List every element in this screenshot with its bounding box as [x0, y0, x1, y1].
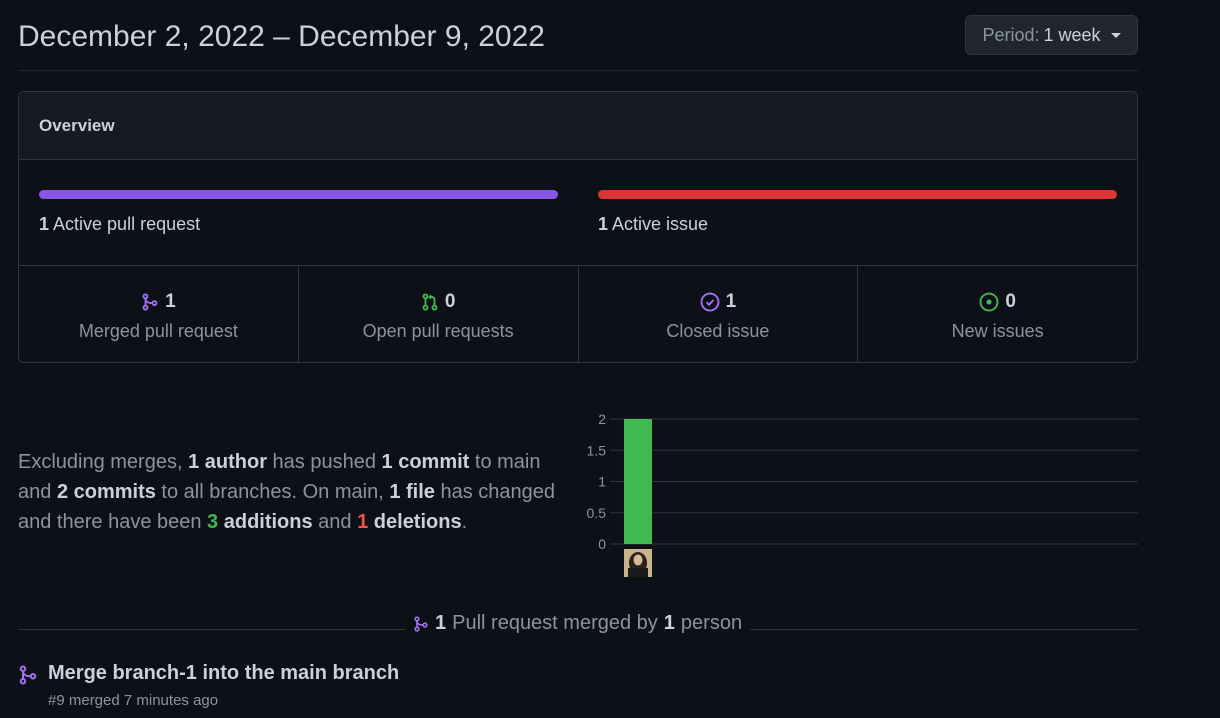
pr-meta: #9 merged 7 minutes ago: [48, 692, 219, 709]
merger-count: 1: [663, 612, 675, 634]
stat-label: New issues: [951, 321, 1044, 341]
git-merge-icon: [142, 293, 158, 311]
stat-open-prs[interactable]: 0 Open pull requests: [299, 266, 579, 362]
caret-down-icon: [1110, 32, 1121, 38]
stat-closed-issues[interactable]: 1 Closed issue: [579, 266, 859, 362]
active-issue-summary[interactable]: 1 Active issue: [598, 214, 708, 235]
deletions-word: deletions: [368, 511, 462, 533]
stat-label: Merged pull request: [78, 321, 238, 341]
author-count[interactable]: 1 author: [188, 451, 267, 473]
pr-summary-text: person: [680, 612, 743, 634]
summary-text: and: [312, 511, 358, 533]
active-issue-progress-bar[interactable]: [598, 190, 1117, 199]
active-issue-count: 1: [598, 214, 609, 234]
stat-new-issues[interactable]: 0 New issues: [858, 266, 1137, 362]
overview-stats: 1 Merged pull request 0 Open pull reques…: [19, 266, 1137, 362]
active-pr-summary[interactable]: 1 Active pull request: [39, 214, 200, 235]
commits-chart: 0 0.5 1 1.5 2: [587, 411, 1138, 577]
y-tick-label: 0: [598, 536, 606, 552]
main-commit-count[interactable]: 1 commit: [382, 451, 470, 473]
stat-count: 1: [725, 291, 737, 312]
summary-text: Excluding merges,: [18, 451, 189, 473]
pr-merged-summary: 1 Pull request merged by 1 person: [405, 612, 751, 635]
additions-count: 3: [207, 511, 219, 533]
additions-word: additions: [218, 511, 313, 533]
summary-text: to all branches. On main,: [155, 481, 390, 503]
deletions-count: 1: [357, 511, 369, 533]
y-tick-label: 1: [598, 474, 606, 490]
stat-count: 1: [165, 291, 176, 312]
commit-summary: Excluding merges, 1 author has pushed 1 …: [18, 447, 578, 537]
stat-merged-prs[interactable]: 1 Merged pull request: [19, 266, 299, 362]
pr-title-link[interactable]: Merge branch-1 into the main branch: [48, 662, 399, 685]
overview-card: Overview 1 Active pull request 1 Active …: [18, 91, 1138, 363]
y-tick-label: 2: [598, 411, 606, 427]
period-dropdown-button[interactable]: Period: 1 week: [965, 15, 1138, 55]
summary-text: .: [461, 511, 468, 533]
file-count[interactable]: 1 file: [389, 481, 435, 503]
chart-bar[interactable]: [624, 419, 652, 544]
pr-summary-text: Pull request merged by: [452, 612, 658, 634]
activity-bars: 1 Active pull request 1 Active issue: [19, 160, 1137, 266]
issue-closed-icon: [700, 292, 720, 312]
page-title: December 2, 2022 – December 9, 2022: [18, 20, 545, 53]
stat-count: 0: [444, 291, 456, 312]
period-value: 1 week: [1043, 24, 1101, 45]
active-issue-label: Active issue: [612, 214, 709, 234]
issue-opened-icon: [979, 292, 999, 312]
header-divider: [18, 70, 1138, 71]
git-merge-icon: [414, 615, 428, 632]
y-tick-label: 1.5: [587, 442, 607, 458]
all-commit-count[interactable]: 2 commits: [57, 481, 156, 503]
active-pr-progress-bar[interactable]: [39, 190, 558, 199]
active-pr-label: Active pull request: [53, 214, 201, 234]
stat-label: Closed issue: [666, 321, 770, 341]
git-merge-icon: [19, 665, 37, 685]
git-pull-request-icon: [422, 293, 438, 311]
y-tick-label: 0.5: [587, 505, 607, 521]
stat-count: 0: [1005, 291, 1016, 312]
overview-heading: Overview: [19, 92, 1137, 160]
merged-pr-count: 1: [435, 612, 447, 634]
period-label: Period:: [982, 24, 1040, 45]
stat-label: Open pull requests: [362, 321, 514, 341]
active-pr-count: 1: [39, 214, 50, 234]
summary-text: has pushed: [266, 451, 382, 473]
author-avatar[interactable]: [624, 549, 652, 577]
